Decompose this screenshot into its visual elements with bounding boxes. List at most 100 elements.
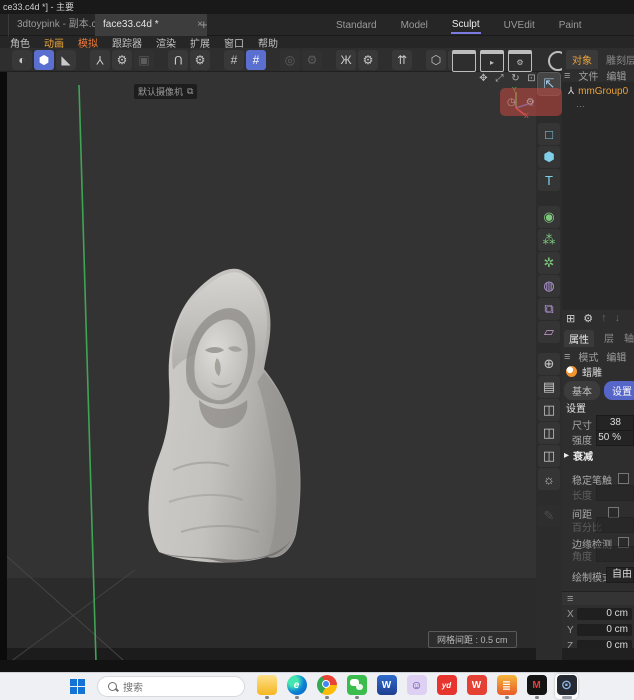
mirror-icon[interactable]: Ж: [336, 49, 356, 70]
camera-label[interactable]: 默认摄像机 ⧉: [134, 84, 198, 99]
radial-settings-icon[interactable]: ⚙: [302, 49, 322, 70]
window-bottom-edge: [0, 660, 634, 672]
crane-camera-icon[interactable]: ◫: [538, 445, 560, 467]
angle-field: [596, 546, 634, 562]
rect-select-icon[interactable]: □: [538, 123, 560, 145]
wps-icon[interactable]: W: [465, 674, 488, 699]
motion-camera-icon[interactable]: ◫: [538, 422, 560, 444]
tab-basic[interactable]: 基本: [564, 381, 600, 400]
layout-paint[interactable]: Paint: [558, 18, 583, 33]
file-explorer-icon[interactable]: [255, 674, 278, 699]
magnet-icon[interactable]: U: [168, 49, 188, 70]
generator-icon[interactable]: ✲: [538, 252, 560, 274]
object-item-mmgroup0[interactable]: ⅄ mmGroup0: [562, 82, 634, 97]
magnet-settings-icon[interactable]: ⚙: [190, 49, 210, 70]
size-field[interactable]: 38: [596, 415, 634, 431]
menu-edit[interactable]: 编辑: [606, 349, 626, 364]
word-icon[interactable]: W: [375, 674, 398, 699]
mirror-settings-icon[interactable]: ⚙: [358, 49, 378, 70]
tab-attributes[interactable]: 属性: [564, 330, 594, 347]
zoom-view-icon[interactable]: ⤢: [493, 72, 506, 85]
toggle-view-icon[interactable]: ⊡: [525, 72, 536, 85]
attribute-header-icons: ⊞ ⚙ ↑ ↓: [566, 312, 620, 325]
render-buttons: ▸ ⚙: [452, 50, 568, 72]
layout-sculpt[interactable]: Sculpt: [450, 17, 481, 34]
object-tags-ellipsis[interactable]: …: [562, 97, 634, 109]
grid-snap-icon[interactable]: #: [246, 49, 266, 70]
menu-mode[interactable]: 模式: [578, 349, 598, 364]
coord-x-field[interactable]: 0 cm: [577, 608, 632, 620]
tab-axis[interactable]: 轴: [624, 330, 634, 347]
hamburger-icon: ≡: [567, 592, 574, 605]
gear-icon[interactable]: ⚙: [583, 312, 593, 325]
tab-objects[interactable]: 对象: [566, 50, 598, 69]
shading-mode-icon[interactable]: ◐: [12, 49, 32, 70]
taskbar-search[interactable]: 搜索: [97, 676, 245, 697]
subdivide-icon[interactable]: ⇈: [392, 49, 412, 70]
mail-master-icon[interactable]: M: [525, 674, 548, 699]
model-mode-icon[interactable]: ⬢: [34, 49, 54, 70]
tab-layers[interactable]: 层: [604, 330, 614, 347]
cube-primitive-icon[interactable]: ⬢: [538, 146, 560, 168]
doc-viewer-icon[interactable]: ≣: [495, 674, 518, 699]
search-icon: [108, 682, 117, 691]
coordinates-header[interactable]: ≡: [562, 591, 634, 605]
strength-field[interactable]: 50 %: [596, 430, 634, 446]
attribute-tabs: 属性 层 轴: [564, 330, 634, 347]
grid-icon[interactable]: #: [224, 49, 244, 70]
paint-tool-icon[interactable]: ✎: [538, 505, 560, 527]
tab-settings[interactable]: 设置: [604, 381, 634, 400]
menu-edit[interactable]: 编辑: [606, 68, 626, 83]
falloff-section[interactable]: ▸ 衰减: [564, 448, 593, 463]
start-button[interactable]: [70, 679, 85, 694]
pan-view-icon[interactable]: ✥: [477, 72, 490, 85]
grid-spacing-label: 网格间距 : 0.5 cm: [428, 631, 517, 648]
bake-object-icon[interactable]: ⬡: [426, 49, 446, 70]
layout-model[interactable]: Model: [400, 18, 429, 33]
stage-icon[interactable]: ▤: [538, 376, 560, 398]
create-palette: ⇱ □ ⬢ T ◉ ⁂ ✲ ◍ ⧉ ▱ ⊕ ▤ ◫ ◫ ◫ ☼ ✎: [536, 72, 562, 662]
light-icon[interactable]: ☼: [538, 468, 560, 490]
subdivision-surface-icon[interactable]: ◉: [538, 206, 560, 228]
cluster-icon[interactable]: ⁂: [538, 229, 560, 251]
instance-icon[interactable]: ⧉: [538, 298, 560, 320]
tab-sculpt-layers[interactable]: 雕刻层: [600, 50, 634, 69]
chrome-icon[interactable]: [315, 674, 338, 699]
edge-icon[interactable]: e: [285, 674, 308, 699]
new-tab-button[interactable]: +: [200, 14, 208, 36]
joint-tool-icon[interactable]: Y: [90, 49, 110, 70]
render-view-button[interactable]: [452, 50, 476, 72]
sky-icon[interactable]: ⊕: [538, 353, 560, 375]
tab-face33[interactable]: face33.c4d * ×: [95, 14, 207, 36]
viewport[interactable]: 默认摄像机 ⧉ ✥⤢↻⊡ Y Z X 网格间距 : 0.5 cm: [7, 72, 536, 662]
history-forward-icon[interactable]: ↓: [615, 312, 621, 325]
layout-standard[interactable]: Standard: [335, 18, 378, 33]
youdao-icon[interactable]: yd: [435, 674, 458, 699]
joint-settings-icon[interactable]: ⚙: [112, 49, 132, 70]
meeting-icon[interactable]: ☺: [405, 674, 428, 699]
cinema4d-icon[interactable]: ⊙: [555, 674, 578, 699]
hamburger-icon[interactable]: ≡: [564, 351, 570, 363]
attribute-group-tabs: 基本 设置 衰减: [564, 381, 634, 400]
draw-mode-dropdown[interactable]: 自由: [606, 567, 634, 583]
rotate-view-icon[interactable]: ↻: [509, 72, 522, 85]
coord-y-field[interactable]: 0 cm: [577, 624, 632, 636]
radial-symmetry-icon[interactable]: ◎: [280, 49, 300, 70]
steady-stroke-checkbox[interactable]: [618, 473, 629, 484]
spline-disc-icon[interactable]: ◍: [538, 275, 560, 297]
layout-uvedit[interactable]: UVEdit: [503, 18, 536, 33]
wechat-icon[interactable]: [345, 674, 368, 699]
text-tool-icon[interactable]: T: [538, 169, 560, 191]
camera-icon[interactable]: ◫: [538, 399, 560, 421]
grid-view-icon[interactable]: ⊞: [566, 312, 575, 325]
menubar: 角色 动画 模拟 跟踪器 渲染 扩展 窗口 帮助: [0, 36, 634, 50]
history-back-icon[interactable]: ↑: [601, 312, 607, 325]
menu-file[interactable]: 文件: [578, 68, 598, 83]
tweak-tool-icon[interactable]: ◣: [56, 49, 76, 70]
hamburger-icon[interactable]: ≡: [564, 70, 570, 82]
symmetry-icon[interactable]: ▱: [538, 321, 560, 343]
render-settings-button[interactable]: ⚙: [508, 50, 532, 72]
weights-icon[interactable]: ▣: [134, 49, 154, 70]
render-to-picture-button[interactable]: ▸: [480, 50, 504, 72]
cinema4d-window: ce33.c4d *] - 主要 3dtoypink - 副本.c4d * fa…: [0, 0, 634, 700]
